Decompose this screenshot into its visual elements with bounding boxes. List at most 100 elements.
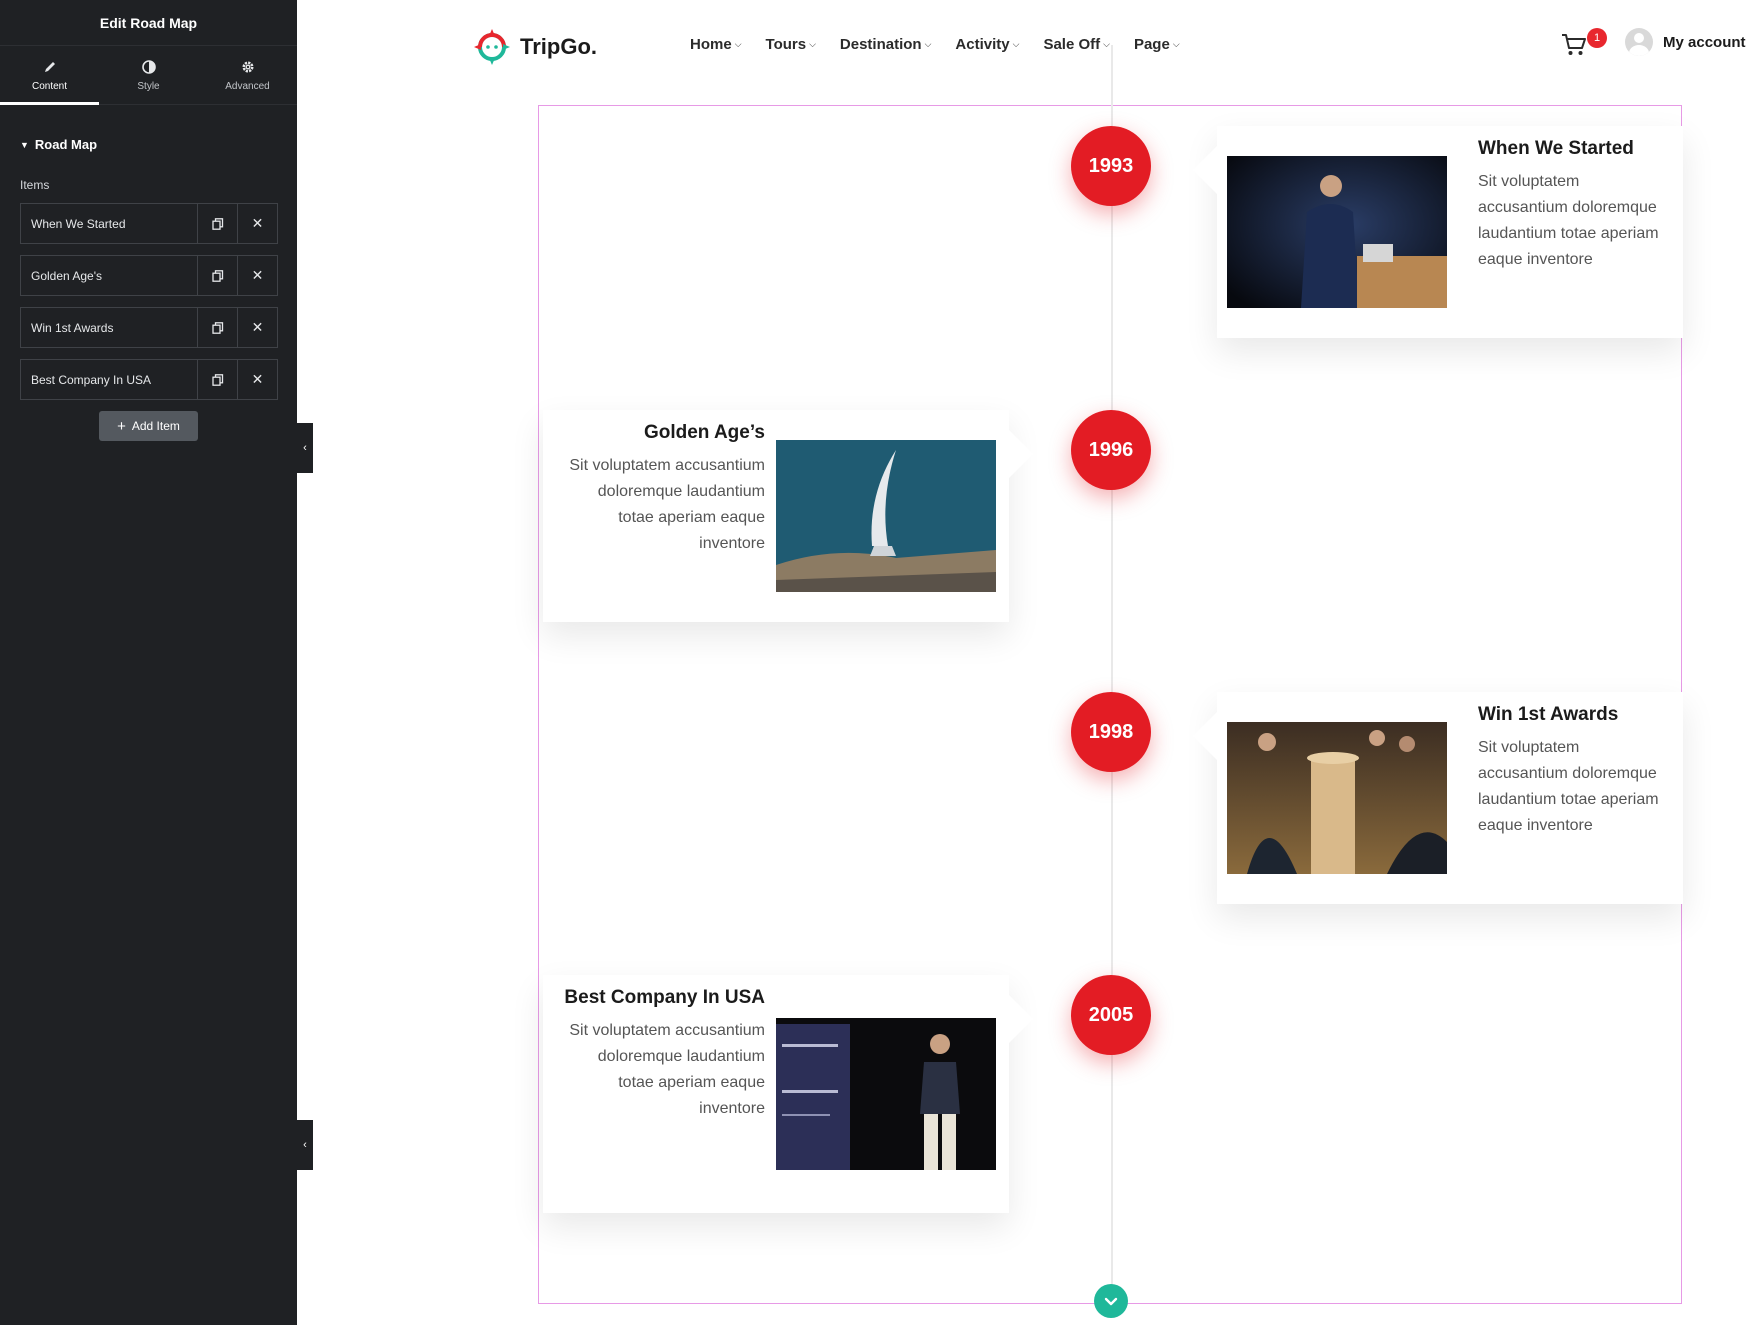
tab-content-label: Content [31, 80, 68, 92]
nav-destination[interactable]: Destination ⌵ [840, 36, 932, 53]
collapse-panel-button[interactable]: ‹ [297, 1120, 313, 1170]
card-title: When We Started [1478, 138, 1634, 159]
repeater-item-title[interactable]: When We Started [21, 204, 197, 243]
chevron-down-icon: ⌵ [1012, 39, 1020, 49]
nav-label: Home [690, 36, 732, 53]
year-badge: 2005 [1071, 975, 1151, 1055]
tab-advanced-label: Advanced [225, 80, 270, 92]
copy-icon [211, 269, 223, 282]
brand-name: TripGo. [520, 34, 597, 59]
tab-style[interactable]: Style [99, 46, 198, 104]
scroll-down-button[interactable] [1094, 1284, 1128, 1318]
year-badge: 1996 [1071, 410, 1151, 490]
chevron-down-icon: ⌵ [734, 39, 742, 49]
roadmap-card: Best Company In USA Sit voluptatem accus… [543, 975, 1033, 1213]
card-body: Sit voluptatem accusantium doloremque la… [1478, 173, 1659, 268]
remove-button[interactable]: ✕ [237, 204, 277, 243]
duplicate-button[interactable] [197, 308, 237, 347]
card-body: Sit voluptatem accusantium doloremque la… [1478, 739, 1659, 834]
collapse-panel-button[interactable]: ‹ [297, 423, 313, 473]
compass-logo-icon [474, 29, 510, 65]
repeater-item-title[interactable]: Win 1st Awards [21, 308, 197, 347]
card-text: Best Company In USA Sit voluptatem accus… [563, 985, 765, 1122]
editor-panel: Edit Road Map Content Style Advanced ▼ R… [0, 0, 297, 1325]
repeater-list: When We Started ✕ Golden Age's ✕ Win 1st… [20, 203, 278, 400]
repeater-item[interactable]: When We Started ✕ [20, 203, 278, 244]
nav-label: Sale Off [1043, 36, 1101, 53]
year-badge: 1998 [1071, 692, 1151, 772]
card-pointer [1009, 430, 1033, 478]
nav-label: Destination [839, 36, 922, 53]
main-nav: Home ⌵ Tours ⌵ Destination ⌵ Activity ⌵ Sale… [690, 36, 1204, 53]
card-image [1227, 722, 1447, 874]
nav-label: Tours [765, 36, 807, 53]
repeater-item-title[interactable]: Golden Age's [21, 256, 197, 295]
site-logo[interactable]: TripGo. [472, 27, 597, 67]
chevron-down-icon: ⌵ [1172, 39, 1180, 49]
card-text: When We Started Sit voluptatem accusanti… [1478, 136, 1673, 273]
close-icon: ✕ [251, 267, 264, 283]
avatar [1625, 28, 1653, 56]
card-image [776, 440, 996, 592]
nav-label: Activity [955, 36, 1010, 53]
tab-style-label: Style [137, 80, 160, 92]
nav-home[interactable]: Home ⌵ [690, 36, 742, 53]
repeater-item[interactable]: Win 1st Awards ✕ [20, 307, 278, 348]
close-icon: ✕ [251, 319, 264, 335]
nav-tours[interactable]: Tours ⌵ [766, 36, 816, 53]
card-pointer [1193, 146, 1217, 194]
nav-sale-off[interactable]: Sale Off ⌵ [1043, 36, 1110, 53]
tab-content[interactable]: Content [0, 46, 99, 105]
contrast-icon [141, 59, 156, 75]
nav-label: Page [1133, 36, 1170, 53]
section-title: Road Map [34, 137, 98, 152]
year-badge: 1993 [1071, 126, 1151, 206]
copy-icon [211, 217, 223, 230]
pencil-icon [43, 59, 57, 75]
chevron-down-icon [1104, 1297, 1118, 1306]
card-text: Golden Age’s Sit voluptatem accusantium … [563, 420, 765, 557]
account-menu[interactable]: My account [1625, 28, 1746, 56]
add-item-label: Add Item [131, 419, 180, 433]
chevron-down-icon: ⌵ [1103, 39, 1110, 49]
card-image [1227, 156, 1447, 308]
plus-icon: + [117, 417, 126, 435]
tab-advanced[interactable]: Advanced [198, 46, 297, 104]
add-item-button[interactable]: + Add Item [99, 411, 198, 441]
repeater-item[interactable]: Best Company In USA ✕ [20, 359, 278, 400]
duplicate-button[interactable] [197, 256, 237, 295]
timeline-axis [1111, 45, 1113, 1295]
roadmap-card: Golden Age’s Sit voluptatem accusantium … [543, 410, 1033, 622]
repeater-item[interactable]: Golden Age's ✕ [20, 255, 278, 296]
cart-icon[interactable] [1560, 30, 1588, 58]
chevron-left-icon: ‹ [303, 442, 307, 454]
card-title: Win 1st Awards [1478, 704, 1619, 725]
copy-icon [211, 321, 223, 334]
panel-tabs: Content Style Advanced [0, 46, 297, 105]
duplicate-button[interactable] [197, 204, 237, 243]
card-title: Best Company In USA [564, 987, 765, 1008]
panel-title: Edit Road Map [0, 0, 297, 46]
card-pointer [1009, 995, 1033, 1043]
nav-activity[interactable]: Activity ⌵ [955, 36, 1019, 53]
remove-button[interactable]: ✕ [237, 360, 277, 399]
repeater-item-title[interactable]: Best Company In USA [21, 360, 197, 399]
card-pointer [1193, 712, 1217, 760]
card-body: Sit voluptatem accusantium doloremque la… [569, 457, 765, 552]
cart-count-badge: 1 [1587, 28, 1607, 48]
remove-button[interactable]: ✕ [237, 256, 277, 295]
card-body: Sit voluptatem accusantium doloremque la… [569, 1022, 765, 1117]
gear-icon [241, 59, 255, 75]
roadmap-card: Win 1st Awards Sit voluptatem accusantiu… [1193, 692, 1683, 904]
copy-icon [211, 373, 223, 386]
account-label: My account [1663, 33, 1746, 51]
chevron-down-icon: ⌵ [809, 39, 816, 49]
nav-page[interactable]: Page ⌵ [1134, 36, 1180, 53]
close-icon: ✕ [251, 215, 264, 231]
section-toggle[interactable]: ▼ Road Map [20, 137, 297, 152]
card-title: Golden Age’s [643, 422, 765, 443]
remove-button[interactable]: ✕ [237, 308, 277, 347]
chevron-down-icon: ⌵ [924, 39, 932, 49]
roadmap-card: When We Started Sit voluptatem accusanti… [1193, 126, 1683, 338]
duplicate-button[interactable] [197, 360, 237, 399]
